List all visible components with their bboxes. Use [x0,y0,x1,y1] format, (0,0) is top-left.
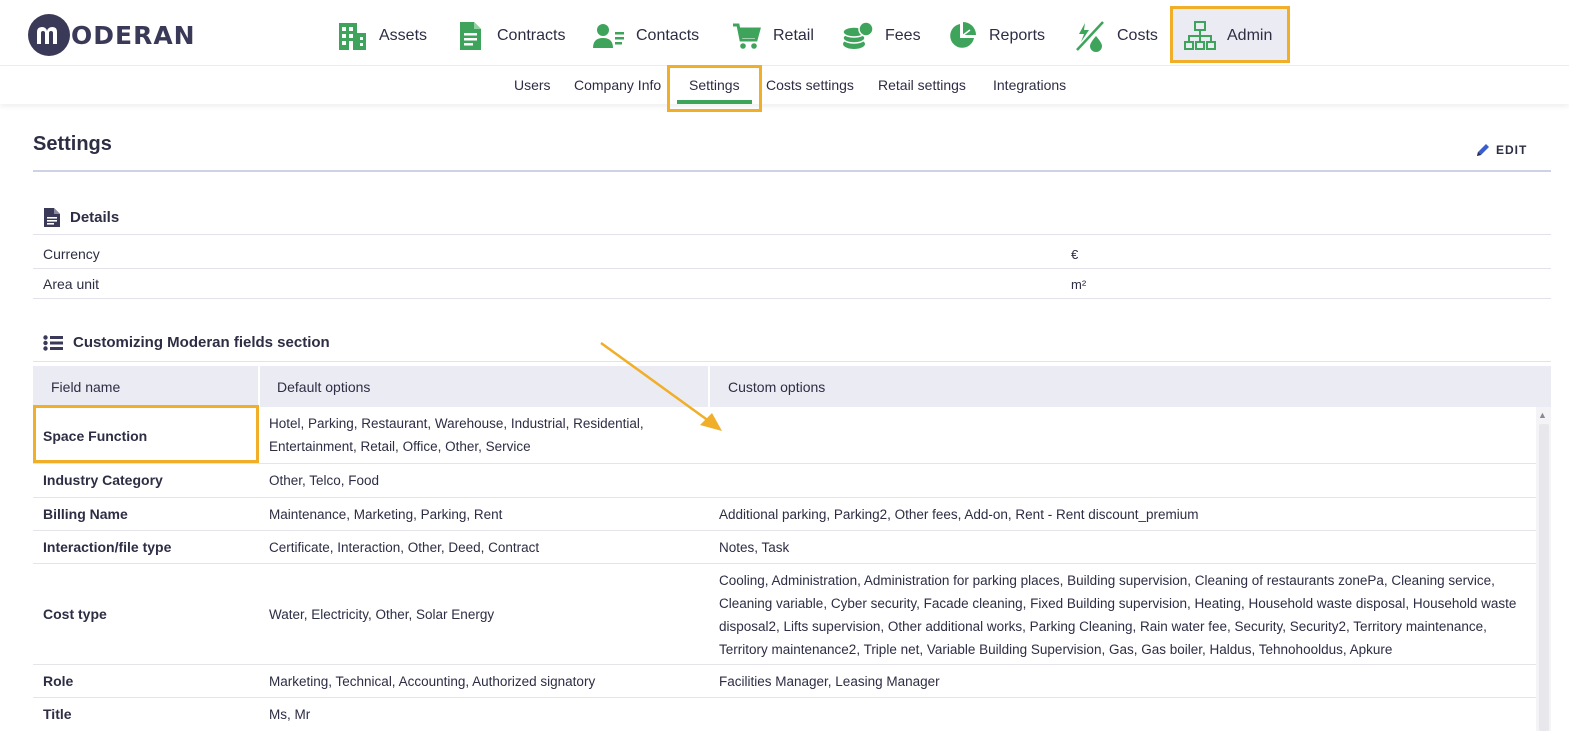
annotation-arrow-icon [600,341,722,431]
